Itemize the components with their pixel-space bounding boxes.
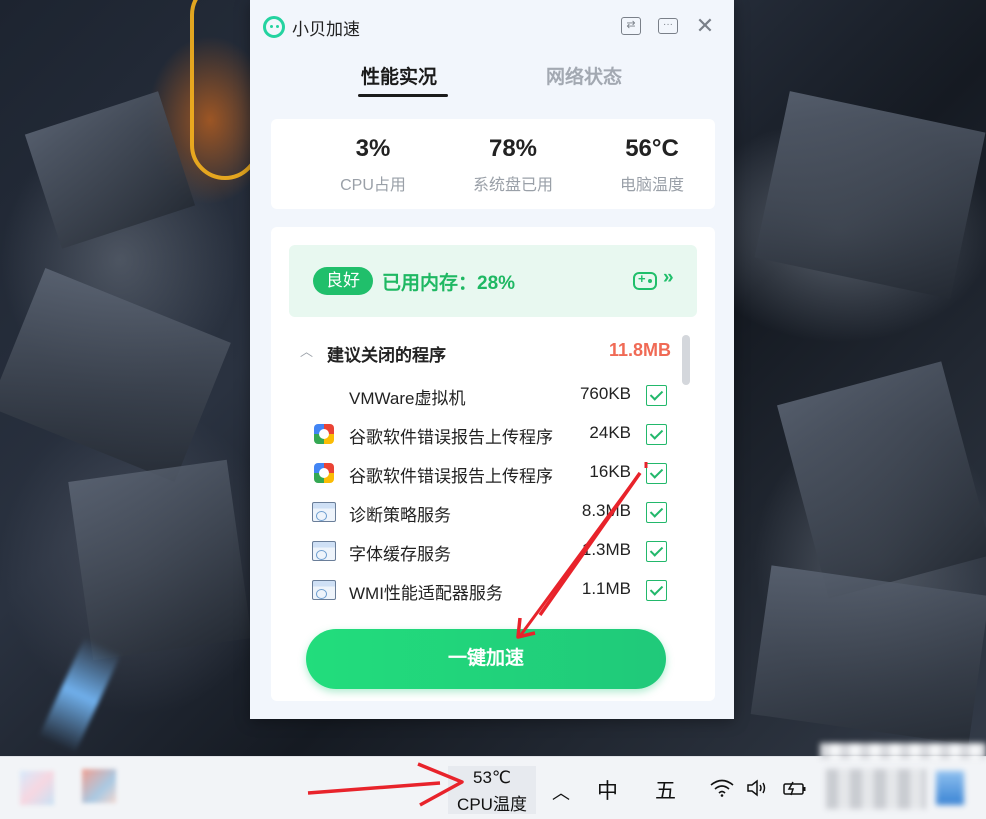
app-title: 小贝加速: [292, 20, 360, 39]
blurred-region: [936, 771, 964, 805]
program-name: 诊断策略服务: [349, 506, 451, 525]
list-item[interactable]: VMWare虚拟机 760KB: [271, 377, 691, 416]
program-size: 1.3MB: [581, 540, 631, 559]
list-item[interactable]: 谷歌软件错误报告上传程序 24KB: [271, 416, 691, 455]
program-list: VMWare虚拟机 760KB 谷歌软件错误报告上传程序 24KB 谷歌软件错误…: [271, 377, 691, 611]
section-title: 建议关闭的程序: [327, 346, 446, 365]
wifi-icon[interactable]: [710, 779, 734, 797]
list-item[interactable]: 谷歌软件错误报告上传程序 16KB: [271, 455, 691, 494]
cpu-temp-label: CPU温度: [457, 795, 527, 814]
checkbox[interactable]: [646, 385, 667, 406]
program-name: WMI性能适配器服务: [349, 584, 503, 603]
wallpaper-shape: [38, 636, 122, 754]
checkbox[interactable]: [646, 541, 667, 562]
switch-icon[interactable]: ⇄: [621, 17, 641, 35]
google-updater-icon: [314, 463, 334, 483]
stats-card: 3% CPU占用 78% 系统盘已用 56°C 电脑温度: [271, 119, 715, 209]
stat-cpu: 3% CPU占用: [303, 135, 443, 195]
program-size: 8.3MB: [581, 501, 631, 520]
optimize-card: 良好 已用内存：28% » ︿ 建议关闭的程序 11.8MB VMWare虚拟机…: [271, 227, 715, 701]
stat-disk: 78% 系统盘已用: [443, 135, 583, 195]
app-window: 小贝加速 ⇄ ··· ✕ 性能实况 网络状态 3% CPU占用 78% 系统盘已…: [250, 0, 734, 719]
checkbox[interactable]: [646, 502, 667, 523]
program-name: VMWare虚拟机: [349, 389, 466, 408]
section-total-size: 11.8MB: [608, 340, 671, 360]
program-size: 24KB: [589, 423, 631, 442]
service-icon: [312, 580, 336, 600]
taskbar-app-icon[interactable]: [82, 769, 116, 803]
ime-mode[interactable]: 五: [655, 775, 676, 805]
program-size: 16KB: [589, 462, 631, 481]
tray-overflow-icon[interactable]: ︿: [552, 779, 570, 805]
chevron-right-icon[interactable]: »: [663, 267, 674, 289]
wallpaper-shape: [68, 459, 252, 661]
service-icon: [312, 502, 336, 522]
tab-network[interactable]: 网络状态: [546, 62, 622, 89]
active-tab-indicator: [358, 94, 448, 97]
feedback-icon[interactable]: ···: [658, 18, 678, 34]
blurred-region: [820, 743, 986, 759]
program-name: 谷歌软件错误报告上传程序: [349, 428, 553, 447]
wallpaper-shape: [24, 91, 196, 249]
stat-value: 56°C: [625, 135, 679, 162]
volume-icon[interactable]: [746, 779, 768, 797]
taskbar: 53℃ CPU温度 ︿ 中 五: [0, 743, 986, 819]
stat-temperature: 56°C 电脑温度: [582, 135, 722, 195]
list-item[interactable]: WMI性能适配器服务 1.1MB: [271, 572, 691, 611]
ime-language[interactable]: 中: [597, 775, 618, 805]
list-item[interactable]: 字体缓存服务 1.3MB: [271, 533, 691, 572]
program-name: 字体缓存服务: [349, 545, 451, 564]
wallpaper-shape: [754, 91, 986, 299]
close-icon[interactable]: ✕: [694, 14, 716, 38]
checkbox[interactable]: [646, 463, 667, 484]
chevron-up-icon[interactable]: ︿: [300, 341, 313, 360]
checkbox[interactable]: [646, 580, 667, 601]
one-click-boost-button[interactable]: 一键加速: [306, 629, 666, 689]
program-size: 760KB: [579, 384, 631, 403]
stat-label: CPU占用: [340, 177, 406, 194]
stat-value: 78%: [488, 135, 538, 162]
stat-label: 电脑温度: [619, 177, 684, 194]
wallpaper-shape: [777, 361, 986, 599]
blurred-region: [826, 769, 926, 809]
stat-value: 3%: [355, 135, 391, 162]
wallpaper-shape: [750, 565, 986, 745]
memory-usage-text: 已用内存：28%: [382, 273, 516, 294]
memory-banner[interactable]: 良好 已用内存：28% »: [289, 245, 697, 317]
google-updater-icon: [314, 424, 334, 444]
tab-performance[interactable]: 性能实况: [361, 62, 437, 89]
stat-label: 系统盘已用: [472, 177, 553, 194]
app-logo-icon: [263, 16, 285, 38]
cpu-temp-value: 53℃: [472, 768, 511, 787]
program-section-header[interactable]: ︿ 建议关闭的程序 11.8MB: [271, 337, 691, 365]
status-badge: 良好: [313, 267, 373, 295]
program-name: 谷歌软件错误报告上传程序: [349, 467, 553, 486]
taskbar-app-icon[interactable]: [20, 771, 54, 805]
list-item[interactable]: 诊断策略服务 8.3MB: [271, 494, 691, 533]
program-size: 1.1MB: [581, 579, 631, 598]
cpu-temp-widget[interactable]: 53℃ CPU温度: [448, 766, 536, 814]
wallpaper-shape: [0, 268, 231, 482]
checkbox[interactable]: [646, 424, 667, 445]
service-icon: [312, 541, 336, 561]
battery-icon[interactable]: [782, 779, 808, 797]
title-bar[interactable]: 小贝加速 ⇄ ··· ✕: [250, 0, 734, 54]
gamepad-icon[interactable]: [633, 271, 657, 290]
tab-bar: 性能实况 网络状态: [250, 54, 734, 104]
